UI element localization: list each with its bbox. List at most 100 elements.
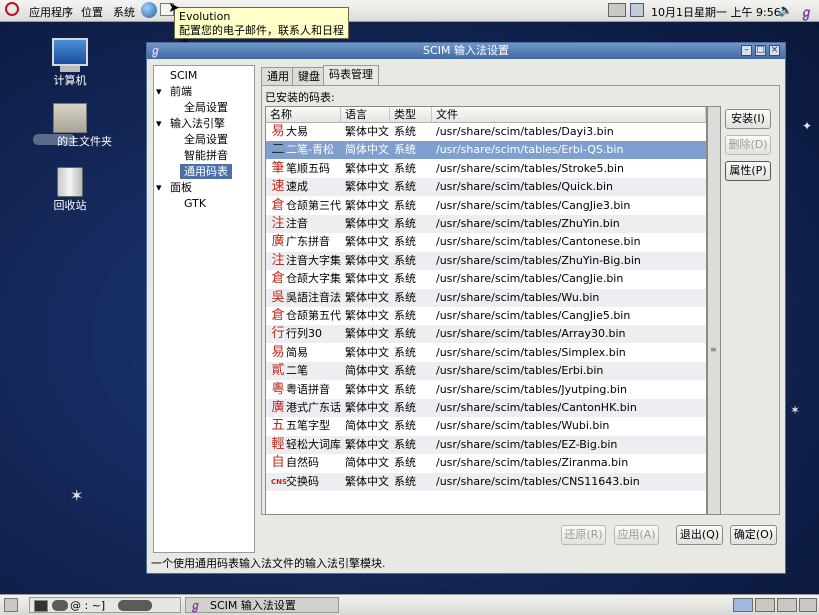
menu-applications[interactable]: 应用程序 [29, 4, 73, 20]
web-browser-icon[interactable] [141, 2, 157, 18]
row-language: 繁体中文 [345, 401, 389, 414]
row-language: 繁体中文 [345, 345, 389, 359]
table-row[interactable]: 輕轻松大词库 繁体中文 系统/usr/share/scim/tables/EZ-Bi… [266, 435, 706, 454]
table-row[interactable]: CNS 交换码 繁体中文 系统/usr/share/scim/tables/CNS11… [266, 472, 706, 491]
table-list[interactable]: 名称 语言 类型 文件 易大易 繁体中文 系统/usr/share/scim/tab… [265, 106, 707, 515]
maximize-icon[interactable]: □ [755, 45, 766, 56]
ok-button[interactable]: 确定(O) [730, 525, 777, 545]
column-header-name[interactable]: 名称 [266, 107, 341, 123]
table-row[interactable]: 自自然码 简体中文 系统/usr/share/scim/tables/Ziranma… [266, 454, 706, 472]
table-row[interactable]: 速速成 繁体中文 系统/usr/share/scim/tables/Quick.bi… [266, 178, 706, 197]
clock[interactable]: 10月1日星期一 上午 9:56 [651, 4, 781, 20]
window-titlebar[interactable]: ℊ SCIM 输入法设置 – □ × [147, 43, 785, 59]
table-row[interactable]: 吳吳語注音法 繁体中文 系统/usr/share/scim/tables/Wu.bi… [266, 288, 706, 307]
row-file: /usr/share/scim/tables/CNS11643.bin [436, 474, 640, 488]
volume-icon[interactable]: 🔈 [778, 3, 793, 17]
table-row[interactable]: 倉仓颉大字集 繁体中文 系统/usr/share/scim/tables/CangJ… [266, 270, 706, 288]
row-type: 系统 [394, 437, 416, 451]
row-name: 轻松大词库 [286, 437, 341, 451]
row-language: 繁体中文 [345, 180, 389, 194]
table-icon: 易 [271, 344, 285, 360]
row-language: 繁体中文 [345, 161, 389, 175]
table-icon: 注 [271, 216, 285, 231]
table-row[interactable]: 易大易 繁体中文 系统/usr/share/scim/tables/Dayi3.bi… [266, 123, 706, 141]
tab-keyboard[interactable]: 键盘 [292, 67, 326, 85]
settings-tree[interactable]: SCIM ▾ 前端 全局设置 ▾ 输入法引擎 全局设置 智能拼音 通用码表 ▾ … [153, 65, 255, 553]
apply-button[interactable]: 应用(A) [614, 525, 659, 545]
tree-item-generic-table[interactable]: 通用码表 [180, 164, 232, 179]
row-type: 系统 [394, 125, 416, 138]
close-icon[interactable]: × [769, 45, 780, 56]
tree-item-frontend-global[interactable]: 全局设置 [184, 100, 228, 115]
list-scrollbar[interactable]: ≡ [707, 106, 721, 515]
row-file: /usr/share/scim/tables/ZhuYin.bin [436, 217, 620, 230]
workspace-1[interactable] [733, 598, 753, 612]
row-type: 系统 [394, 290, 416, 304]
tree-item-imengine[interactable]: 输入法引擎 [170, 116, 225, 131]
quit-button[interactable]: 退出(Q) [676, 525, 723, 545]
workspace-4[interactable] [799, 598, 817, 612]
workspace-3[interactable] [777, 598, 797, 612]
install-button[interactable]: 安装(I) [725, 109, 771, 129]
tree-item-smart-pinyin[interactable]: 智能拼音 [184, 148, 228, 163]
tab-general[interactable]: 通用 [261, 67, 295, 85]
table-row[interactable]: 二二笔-青松 简体中文 系统/usr/share/scim/tables/Erbi-… [266, 141, 706, 160]
tab-table-management[interactable]: 码表管理 [323, 65, 379, 86]
table-icon: 速 [271, 179, 285, 195]
row-name: 二笔-青松 [286, 143, 334, 157]
row-language: 繁体中文 [345, 309, 389, 322]
table-row[interactable]: 廣港式广东话 繁体中文 系统/usr/share/scim/tables/Canto… [266, 399, 706, 417]
row-type: 系统 [394, 235, 416, 249]
properties-button[interactable]: 属性(P) [725, 161, 771, 181]
workspace-2[interactable] [755, 598, 775, 612]
column-header-file[interactable]: 文件 [432, 107, 706, 123]
table-row[interactable]: 易简易 繁体中文 系统/usr/share/scim/tables/Simplex.… [266, 344, 706, 362]
table-row[interactable]: 倉仓颉第五代 繁体中文 系统/usr/share/scim/tables/CangJ… [266, 307, 706, 325]
desktop-icon-computer[interactable]: 计算机 [25, 38, 115, 88]
column-header-type[interactable]: 类型 [390, 107, 432, 123]
row-file: /usr/share/scim/tables/CangJie5.bin [436, 309, 631, 322]
tree-item-scim[interactable]: SCIM [170, 68, 197, 83]
search-icon[interactable] [630, 3, 644, 17]
table-icon: 行 [271, 326, 285, 342]
row-name: 注音 [286, 217, 308, 230]
minimize-icon[interactable]: – [741, 45, 752, 56]
printer-icon[interactable] [608, 3, 626, 17]
row-type: 系统 [394, 419, 416, 433]
debian-logo-icon[interactable] [5, 2, 19, 16]
table-row[interactable]: 五五笔字型 简体中文 系统/usr/share/scim/tables/Wubi.b… [266, 417, 706, 435]
table-row[interactable]: 貳二笔 简体中文 系统/usr/share/scim/tables/Erbi.bin [266, 362, 706, 381]
row-name: 广东拼音 [286, 235, 330, 249]
tree-expander-icon[interactable]: ▾ [156, 180, 162, 195]
column-header-language[interactable]: 语言 [341, 107, 390, 123]
table-row[interactable]: 廣广东拼音 繁体中文 系统/usr/share/scim/tables/Canton… [266, 233, 706, 251]
scim-app-icon: ℊ [150, 44, 161, 57]
taskbar-scim-settings[interactable]: ℊ SCIM 输入法设置 [185, 597, 339, 613]
desktop-icon-home[interactable]: 的主文件夹 [25, 103, 115, 148]
tree-item-gtk[interactable]: GTK [184, 196, 206, 211]
table-row[interactable]: 注注音大字集 繁体中文 系统/usr/share/scim/tables/ZhuYi… [266, 251, 706, 270]
scim-tray-icon[interactable]: ℊ [800, 2, 813, 21]
table-row[interactable]: 粵粤语拼音 繁体中文 系统/usr/share/scim/tables/Jyutpi… [266, 381, 706, 399]
menu-system[interactable]: 系统 [113, 4, 135, 20]
delete-button[interactable]: 删除(D) [725, 135, 771, 155]
table-row[interactable]: 倉仓颉第三代 繁体中文 系统/usr/share/scim/tables/CangJ… [266, 197, 706, 215]
tree-item-frontend[interactable]: 前端 [170, 84, 192, 99]
table-row[interactable]: 筆笔顺五码 繁体中文 系统/usr/share/scim/tables/Stroke… [266, 160, 706, 178]
menu-places[interactable]: 位置 [81, 4, 103, 20]
scrollbar-grip[interactable]: ≡ [710, 345, 717, 354]
table-row[interactable]: 注注音 繁体中文 系统/usr/share/scim/tables/ZhuYin.b… [266, 215, 706, 233]
desktop-icon-trash[interactable]: 回收站 [25, 167, 115, 213]
table-icon: CNS [271, 477, 288, 486]
row-type: 系统 [394, 401, 416, 414]
tree-item-panel[interactable]: 面板 [170, 180, 192, 195]
row-language: 繁体中文 [345, 125, 389, 138]
taskbar-terminal[interactable]: @ : ~] [29, 597, 181, 613]
tree-expander-icon[interactable]: ▾ [156, 116, 162, 131]
show-desktop-icon[interactable] [4, 598, 18, 612]
revert-button[interactable]: 还原(R) [561, 525, 606, 545]
table-row[interactable]: 行行列30 繁体中文 系统/usr/share/scim/tables/Array3… [266, 325, 706, 344]
tree-item-imengine-global[interactable]: 全局设置 [184, 132, 228, 147]
tree-expander-icon[interactable]: ▾ [156, 84, 162, 99]
row-name: 五笔字型 [286, 419, 330, 433]
